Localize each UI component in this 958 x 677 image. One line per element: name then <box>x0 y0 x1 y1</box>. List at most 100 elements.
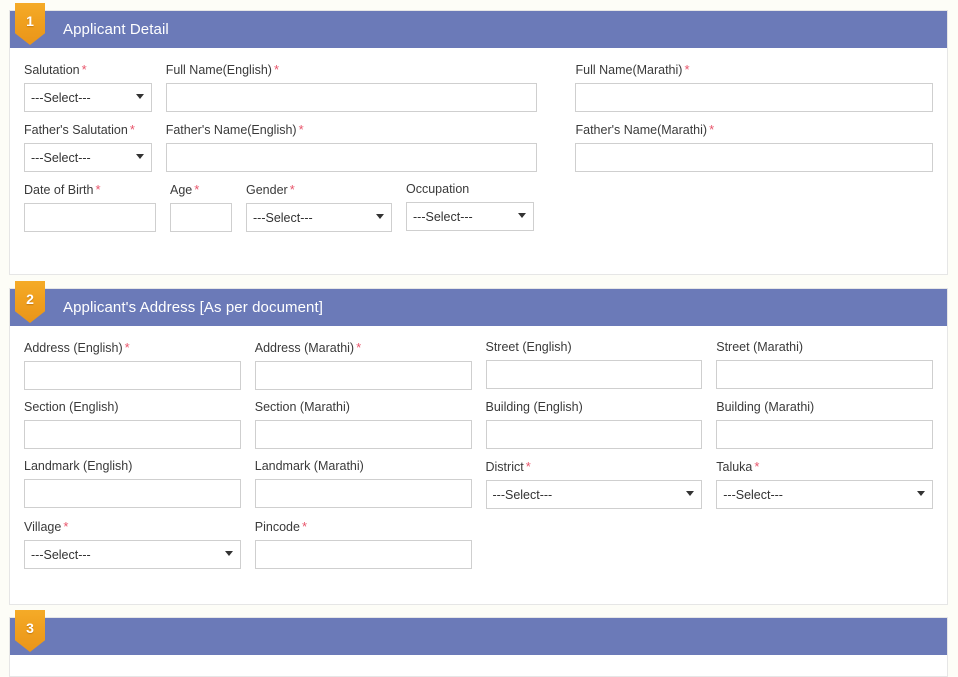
form-row: Date of Birth * Age * Gender * ---Select--- <box>10 182 947 232</box>
field-date-of-birth: Date of Birth * <box>24 182 170 232</box>
required-asterisk: * <box>356 340 362 355</box>
label-landmark-english: Landmark (English) <box>24 459 133 473</box>
section-number-2: 2 <box>26 291 34 307</box>
field-street-english: Street (English) <box>485 340 717 389</box>
section-3-header: 3 <box>10 610 947 655</box>
fathers-name-english-input[interactable] <box>165 143 537 172</box>
section-applicant-detail: 1 Applicant Detail Salutation * ---Select… <box>9 3 948 275</box>
field-district: District * ---Select--- <box>485 459 717 509</box>
label-full-name-english: Full Name(English) * <box>165 62 280 77</box>
required-asterisk: * <box>298 122 304 137</box>
field-full-name-marathi: Full Name(Marathi) * <box>575 62 947 112</box>
age-input[interactable] <box>170 203 232 232</box>
label-fathers-salutation: Father's Salutation * <box>24 122 135 137</box>
label-taluka: Taluka * <box>716 459 760 474</box>
required-asterisk: * <box>273 62 280 77</box>
label-fathers-name-marathi: Father's Name(Marathi) * <box>575 122 715 137</box>
taluka-select[interactable]: ---Select--- <box>716 480 933 509</box>
landmark-marathi-input[interactable] <box>254 479 472 508</box>
section-english-input[interactable] <box>24 420 241 449</box>
section-1-body: Salutation * ---Select--- Full Name(Engli… <box>10 48 947 232</box>
label-date-of-birth: Date of Birth * <box>24 182 101 197</box>
section-number-badge-3: 3 <box>15 610 45 652</box>
village-select[interactable]: ---Select--- <box>24 540 241 569</box>
required-asterisk: * <box>124 340 130 355</box>
section-1-header: 1 Applicant Detail <box>10 3 947 48</box>
field-building-marathi: Building (Marathi) <box>716 400 947 449</box>
field-gender: Gender * ---Select--- <box>246 182 406 232</box>
section-2-title: Applicant's Address [As per document] <box>63 299 324 316</box>
section-marathi-input[interactable] <box>254 420 472 449</box>
street-english-input[interactable] <box>485 360 703 389</box>
label-street-english: Street (English) <box>485 340 572 354</box>
badge-fold-icon <box>45 3 49 11</box>
section-next-partial: 3 <box>9 610 948 677</box>
full-name-english-input[interactable] <box>165 83 537 112</box>
field-taluka: Taluka * ---Select--- <box>716 459 947 509</box>
badge-fold-icon <box>45 610 49 618</box>
field-landmark-marathi: Landmark (Marathi) <box>254 459 486 508</box>
label-occupation: Occupation <box>406 182 470 196</box>
address-marathi-input[interactable] <box>254 361 472 390</box>
label-street-marathi: Street (Marathi) <box>716 340 804 354</box>
field-pincode: Pincode * <box>254 519 486 569</box>
section-number-badge-1: 1 <box>15 3 45 45</box>
label-pincode: Pincode * <box>254 519 307 534</box>
building-marathi-input[interactable] <box>716 420 933 449</box>
gender-select[interactable]: ---Select--- <box>246 203 392 232</box>
label-full-name-marathi: Full Name(Marathi) * <box>575 62 690 77</box>
pincode-input[interactable] <box>254 540 472 569</box>
salutation-select[interactable]: ---Select--- <box>24 83 152 112</box>
field-street-marathi: Street (Marathi) <box>716 340 947 389</box>
label-section-marathi: Section (Marathi) <box>254 400 350 414</box>
required-asterisk: * <box>129 122 135 137</box>
label-building-marathi: Building (Marathi) <box>716 400 815 414</box>
fathers-salutation-select[interactable]: ---Select--- <box>24 143 152 172</box>
date-of-birth-input[interactable] <box>24 203 156 232</box>
section-number-1: 1 <box>26 13 34 29</box>
label-gender: Gender * <box>246 182 295 197</box>
field-village: Village * ---Select--- <box>24 519 255 569</box>
field-building-english: Building (English) <box>485 400 717 449</box>
section-2-header: 2 Applicant's Address [As per document] <box>10 281 947 326</box>
form-row: Landmark (English) Landmark (Marathi) Di… <box>10 459 947 509</box>
label-salutation: Salutation * <box>24 62 87 77</box>
label-fathers-name-english: Father's Name(English) * <box>165 122 304 137</box>
form-row: Salutation * ---Select--- Full Name(Engli… <box>10 62 947 112</box>
field-section-marathi: Section (Marathi) <box>254 400 486 449</box>
required-asterisk: * <box>194 182 200 197</box>
form-row: Village * ---Select--- Pincode * <box>10 519 947 569</box>
fathers-name-marathi-input[interactable] <box>575 143 933 172</box>
required-asterisk: * <box>525 459 531 474</box>
field-landmark-english: Landmark (English) <box>24 459 255 508</box>
landmark-english-input[interactable] <box>24 479 241 508</box>
section-1-title: Applicant Detail <box>63 21 169 38</box>
label-village: Village * <box>24 519 69 534</box>
address-english-input[interactable] <box>24 361 241 390</box>
label-address-english: Address (English) * <box>24 340 130 355</box>
section-2-body: Address (English) * Address (Marathi) * St… <box>10 326 947 569</box>
field-fathers-salutation: Father's Salutation * ---Select--- <box>24 122 166 172</box>
label-district: District * <box>485 459 531 474</box>
street-marathi-input[interactable] <box>716 360 933 389</box>
building-english-input[interactable] <box>485 420 703 449</box>
form-row: Section (English) Section (Marathi) Buil… <box>10 400 947 449</box>
required-asterisk: * <box>63 519 69 534</box>
full-name-marathi-input[interactable] <box>575 83 933 112</box>
badge-fold-icon <box>45 281 49 289</box>
required-asterisk: * <box>289 182 295 197</box>
field-occupation: Occupation ---Select--- <box>406 182 548 231</box>
occupation-select[interactable]: ---Select--- <box>406 202 534 231</box>
field-salutation: Salutation * ---Select--- <box>24 62 166 112</box>
section-number-3: 3 <box>26 620 34 636</box>
required-asterisk: * <box>301 519 307 534</box>
label-section-english: Section (English) <box>24 400 119 414</box>
field-full-name-english: Full Name(English) * <box>165 62 551 112</box>
field-address-english: Address (English) * <box>24 340 255 390</box>
district-select[interactable]: ---Select--- <box>485 480 703 509</box>
required-asterisk: * <box>709 122 715 137</box>
label-age: Age * <box>170 182 200 197</box>
required-asterisk: * <box>754 459 760 474</box>
field-age: Age * <box>170 182 246 232</box>
field-fathers-name-english: Father's Name(English) * <box>165 122 551 172</box>
